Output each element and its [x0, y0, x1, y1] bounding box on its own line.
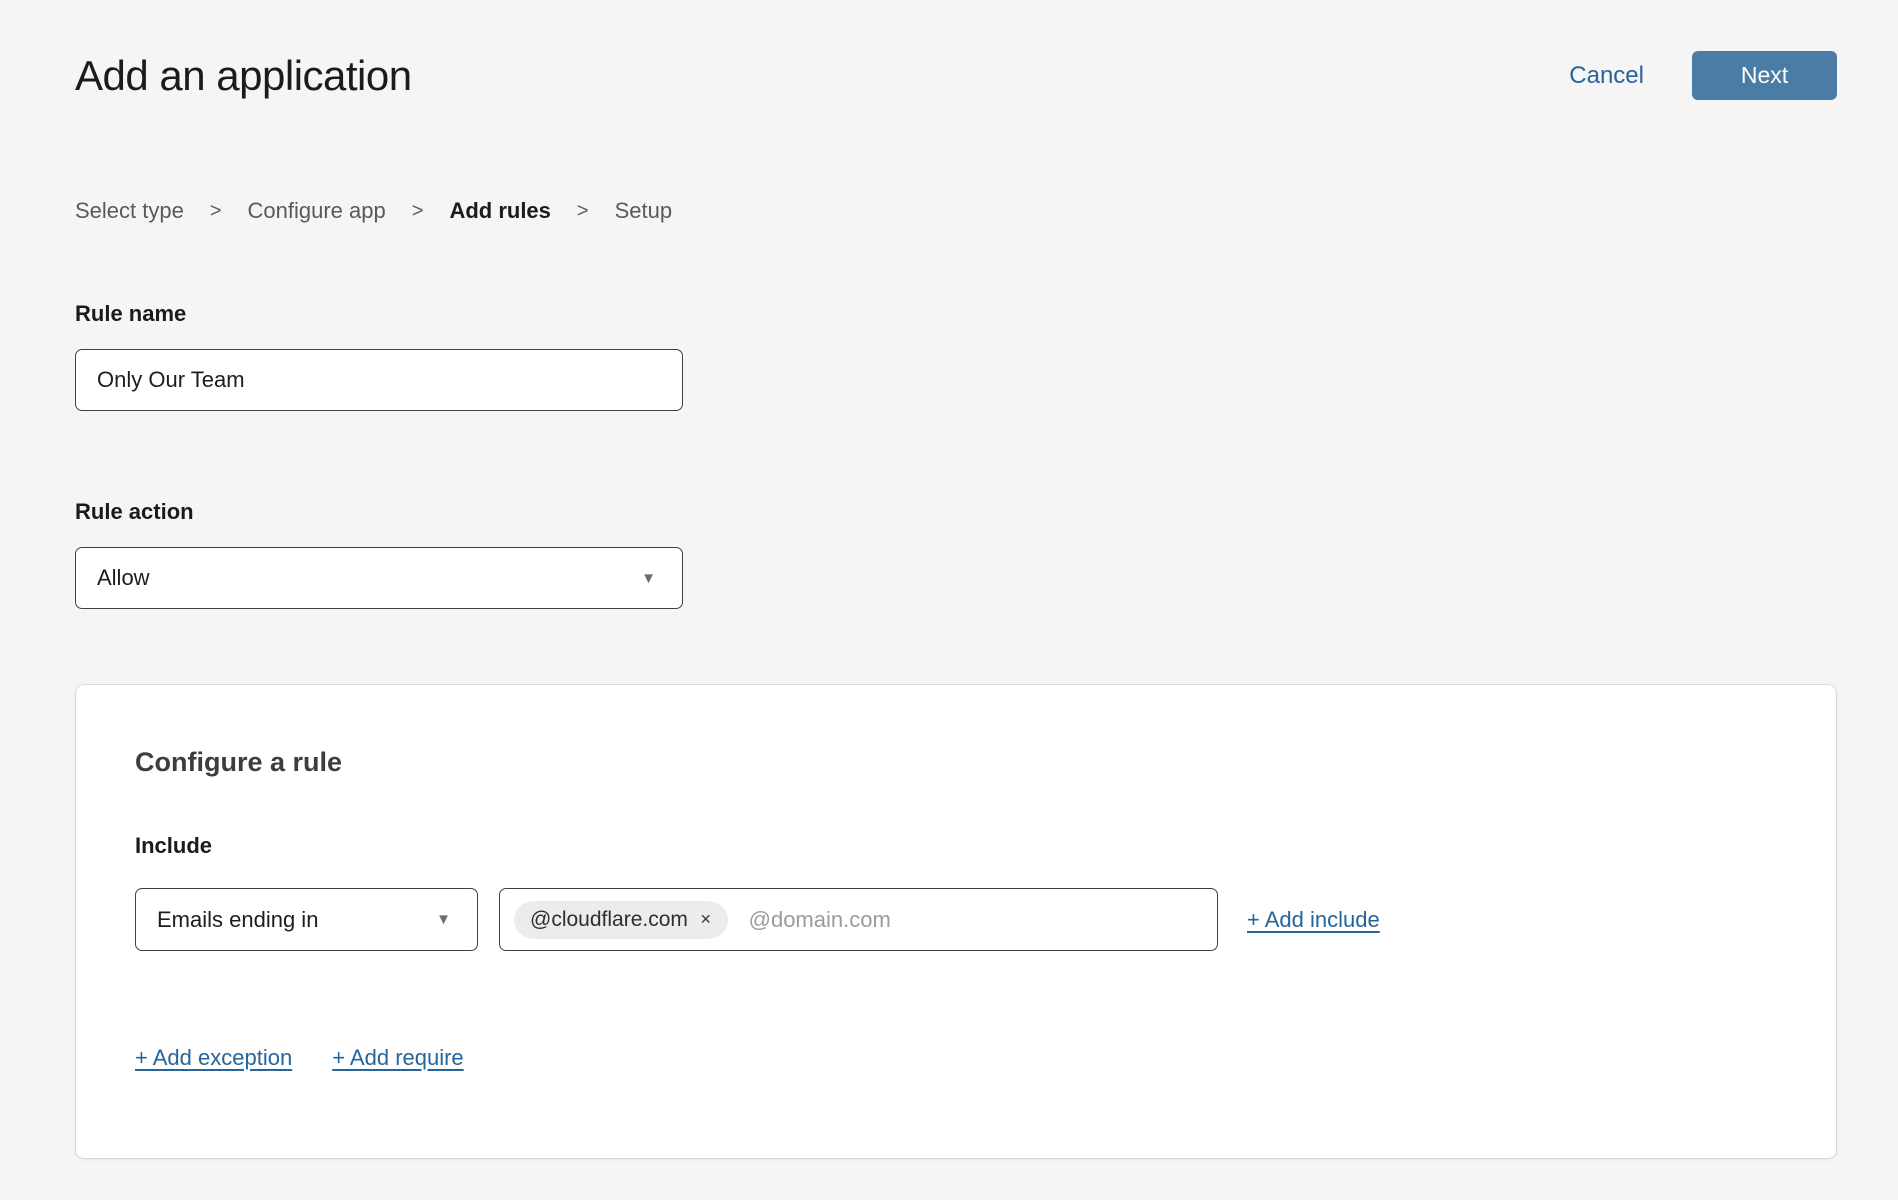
include-values-input[interactable]: @cloudflare.com ✕ — [499, 888, 1218, 951]
breadcrumb-separator: > — [210, 200, 222, 223]
rule-name-label: Rule name — [75, 301, 186, 326]
remove-chip-icon[interactable]: ✕ — [700, 911, 712, 928]
rule-action-label: Rule action — [75, 499, 194, 524]
rule-name-input[interactable] — [75, 349, 683, 411]
breadcrumb-separator: > — [577, 200, 589, 223]
add-include-link[interactable]: + Add include — [1247, 907, 1380, 933]
include-selector-select[interactable]: Emails ending in ▼ — [135, 888, 478, 951]
rule-links-row: + Add exception + Add require — [135, 1045, 1777, 1071]
breadcrumb-step-select-type[interactable]: Select type — [75, 198, 184, 224]
breadcrumb-step-setup[interactable]: Setup — [615, 198, 673, 224]
include-selector-value: Emails ending in — [157, 907, 318, 933]
include-label: Include — [135, 833, 1777, 859]
header-actions: Cancel Next — [1569, 51, 1837, 100]
cancel-button[interactable]: Cancel — [1569, 62, 1644, 90]
page-title: Add an application — [75, 52, 412, 100]
breadcrumb-step-configure-app[interactable]: Configure app — [248, 198, 386, 224]
breadcrumb: Select type > Configure app > Add rules … — [75, 198, 1837, 224]
rule-action-select[interactable]: Allow ▼ — [75, 547, 683, 609]
caret-down-icon: ▼ — [436, 912, 451, 927]
domain-input[interactable] — [749, 907, 1205, 933]
email-domain-chip: @cloudflare.com ✕ — [514, 901, 728, 939]
add-application-page: Add an application Cancel Next Select ty… — [0, 0, 1898, 1159]
rule-action-selected-value: Allow — [97, 565, 150, 591]
include-row: Emails ending in ▼ @cloudflare.com ✕ + A… — [135, 888, 1777, 951]
caret-down-icon: ▼ — [641, 571, 656, 586]
rule-action-field: Rule action Allow ▼ — [75, 499, 1837, 609]
rule-name-field: Rule name — [75, 301, 1837, 411]
next-button[interactable]: Next — [1692, 51, 1837, 100]
configure-rule-card: Configure a rule Include Emails ending i… — [75, 684, 1837, 1159]
breadcrumb-separator: > — [412, 200, 424, 223]
email-domain-chip-label: @cloudflare.com — [530, 908, 688, 932]
add-exception-link[interactable]: + Add exception — [135, 1045, 292, 1071]
add-require-link[interactable]: + Add require — [332, 1045, 463, 1071]
card-title: Configure a rule — [135, 747, 1777, 778]
breadcrumb-step-add-rules[interactable]: Add rules — [449, 198, 550, 224]
page-header: Add an application Cancel Next — [75, 44, 1837, 107]
